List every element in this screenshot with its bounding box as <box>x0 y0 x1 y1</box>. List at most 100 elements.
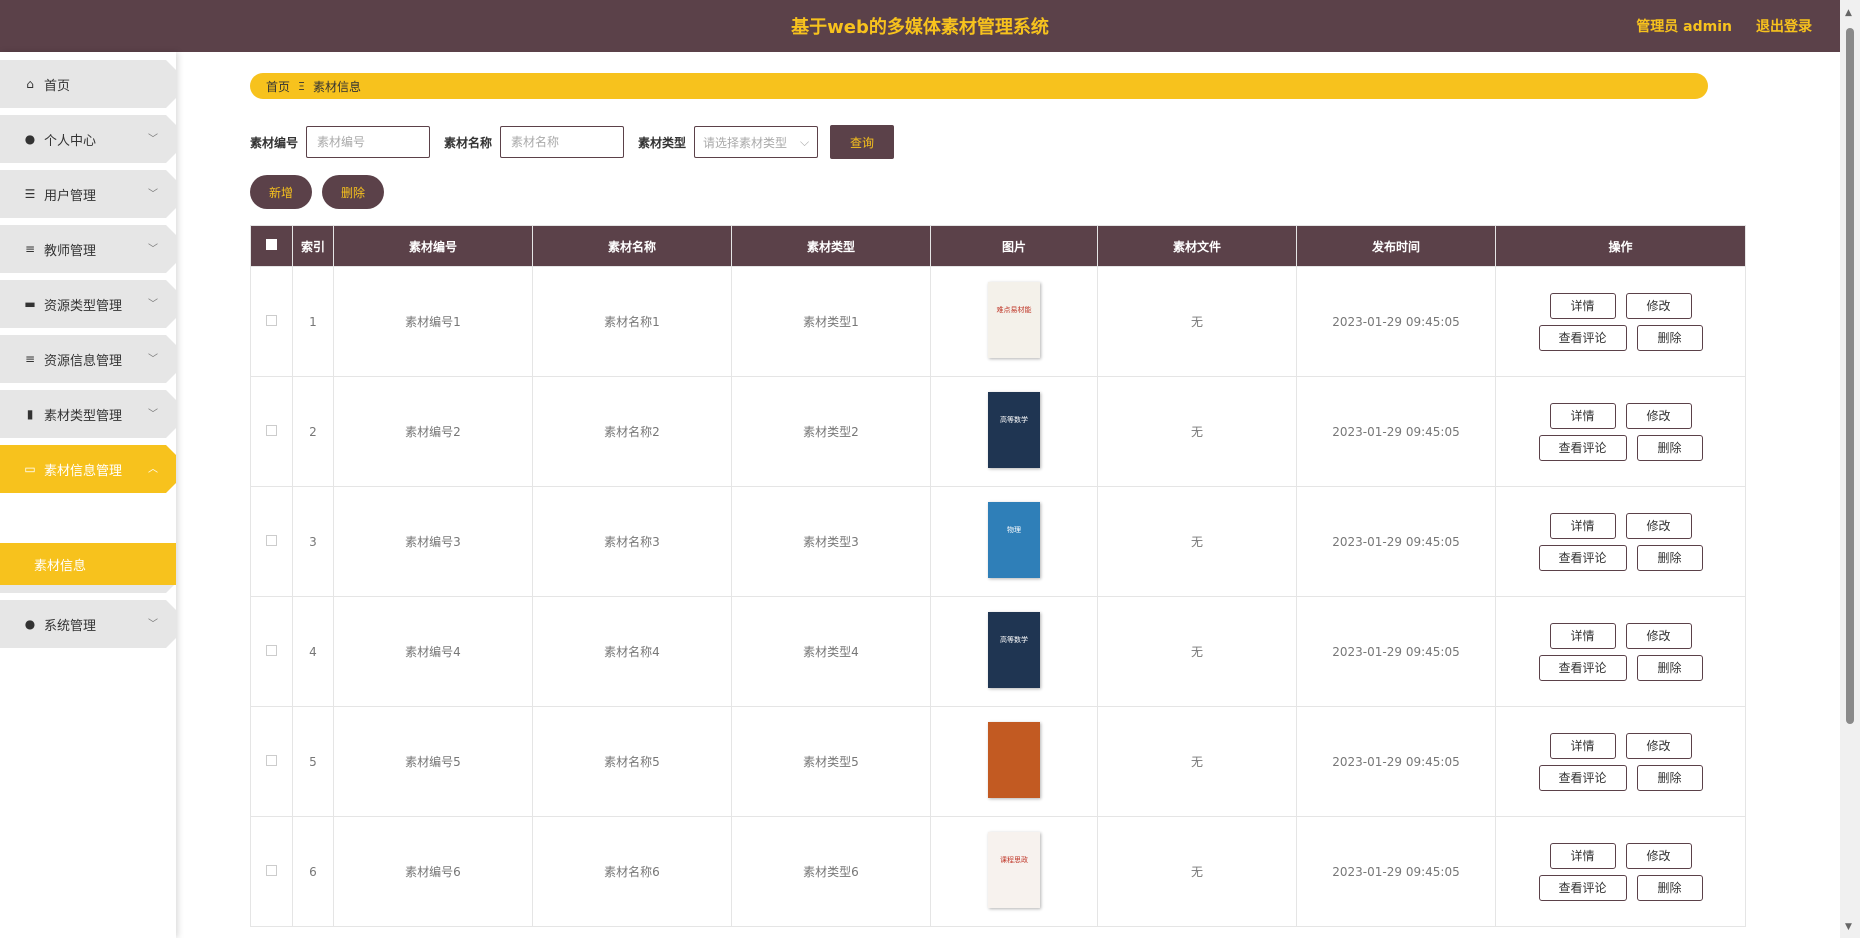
row-time: 2023-01-29 09:45:05 <box>1296 706 1496 817</box>
edit-button[interactable]: 修改 <box>1625 512 1692 539</box>
sidebar-item[interactable]: ☰ 用户管理 ﹀ <box>0 170 176 218</box>
row-select-cell[interactable] <box>250 816 293 927</box>
row-image-cell: 课程思政 <box>930 816 1098 927</box>
detail-button[interactable]: 详情 <box>1549 402 1616 429</box>
sidebar-item-label: 教师管理 <box>44 243 97 259</box>
select-all-cell[interactable] <box>250 225 293 267</box>
view-comments-button[interactable]: 查看评论 <box>1538 544 1627 571</box>
detail-button[interactable]: 详情 <box>1549 732 1616 759</box>
delete-row-button[interactable]: 删除 <box>1636 324 1703 351</box>
table-row: 4 素材编号4 素材名称4 素材类型4 高等数学 无 2023-01-29 09:45:05… <box>250 596 1746 707</box>
sidebar: ⌂ 首页 ● 个人中心 ﹀ ☰ 用户管理 ﹀ ≡ 教师管理 ﹀ ▬ 资源类型管理 ﹀ ≡ 资源信息管理 ﹀ ▮ 素材… <box>0 52 176 938</box>
view-comments-button[interactable]: 查看评论 <box>1538 874 1627 901</box>
row-time: 2023-01-29 09:45:05 <box>1296 596 1496 707</box>
row-index: 6 <box>292 816 334 927</box>
type-select-placeholder: 请选择素材类型 <box>703 135 788 150</box>
scrollbar-thumb[interactable] <box>1846 28 1854 724</box>
row-index: 2 <box>292 376 334 487</box>
sidebar-item-label: 首页 <box>44 78 71 94</box>
sidebar-item-label: 素材信息管理 <box>44 463 123 479</box>
row-select-cell[interactable] <box>250 376 293 487</box>
edit-button[interactable]: 修改 <box>1625 292 1692 319</box>
edit-button[interactable]: 修改 <box>1625 402 1692 429</box>
add-button[interactable]: 新增 <box>250 175 312 209</box>
logout-link[interactable]: 退出登录 <box>1756 16 1812 36</box>
chevron-down-icon: ﹀ <box>148 409 158 420</box>
row-code: 素材编号3 <box>333 486 533 597</box>
cover-image <box>988 722 1040 798</box>
row-file: 无 <box>1097 706 1297 817</box>
row-type: 素材类型1 <box>731 266 931 377</box>
row-checkbox[interactable] <box>266 644 277 656</box>
row-image-cell: 高等数学 <box>930 596 1098 707</box>
materials-table: 索引 素材编号 素材名称 素材类型 图片 素材文件 发布时间 操作 1 素材编号1… <box>250 225 1746 927</box>
sidebar-item[interactable]: ≡ 教师管理 ﹀ <box>0 225 176 273</box>
scroll-up-icon[interactable]: ▲ <box>1845 8 1852 18</box>
table-header-row: 索引 素材编号 素材名称 素材类型 图片 素材文件 发布时间 操作 <box>250 225 1746 267</box>
query-button[interactable]: 查询 <box>830 125 895 159</box>
row-select-cell[interactable] <box>250 596 293 707</box>
view-comments-button[interactable]: 查看评论 <box>1538 654 1627 681</box>
row-select-cell[interactable] <box>250 266 293 377</box>
edit-button[interactable]: 修改 <box>1625 842 1692 869</box>
sidebar-item[interactable]: ≡ 资源信息管理 ﹀ <box>0 335 176 383</box>
view-comments-button[interactable]: 查看评论 <box>1538 434 1627 461</box>
view-comments-button[interactable]: 查看评论 <box>1538 764 1627 791</box>
row-checkbox[interactable] <box>266 424 277 436</box>
detail-button[interactable]: 详情 <box>1549 512 1616 539</box>
row-name: 素材名称4 <box>532 596 732 707</box>
detail-button[interactable]: 详情 <box>1549 842 1616 869</box>
row-index: 4 <box>292 596 334 707</box>
row-actions: 详情 修改查看评论 删除 <box>1495 706 1746 817</box>
row-checkbox[interactable] <box>266 534 277 546</box>
delete-row-button[interactable]: 删除 <box>1636 874 1703 901</box>
breadcrumb-home[interactable]: 首页 <box>266 78 290 95</box>
cover-title: 难点易材能 <box>996 306 1032 314</box>
row-checkbox[interactable] <box>266 754 277 766</box>
select-all-checkbox[interactable] <box>266 239 277 250</box>
edit-button[interactable]: 修改 <box>1625 732 1692 759</box>
delete-row-button[interactable]: 删除 <box>1636 434 1703 461</box>
code-input[interactable] <box>306 126 431 158</box>
sidebar-item[interactable]: ● 个人中心 ﹀ <box>0 115 176 163</box>
sidebar-item[interactable]: ▮ 素材类型管理 ﹀ <box>0 390 176 438</box>
bar-chart-icon: ▮ <box>26 407 34 421</box>
type-label: 素材类型 <box>638 135 687 150</box>
row-actions: 详情 修改查看评论 删除 <box>1495 486 1746 597</box>
col-code: 素材编号 <box>333 225 533 267</box>
page-scrollbar[interactable]: ▲ ▼ <box>1840 0 1860 938</box>
scroll-down-icon[interactable]: ▼ <box>1845 922 1852 932</box>
row-checkbox[interactable] <box>266 314 277 326</box>
delete-row-button[interactable]: 删除 <box>1636 764 1703 791</box>
view-comments-button[interactable]: 查看评论 <box>1538 324 1627 351</box>
person-icon: ● <box>24 617 36 631</box>
sidebar-item[interactable]: ● 系统管理 ﹀ <box>0 600 176 648</box>
sidebar-item-label: 素材类型管理 <box>44 408 123 424</box>
sidebar-item[interactable]: ⌂ 首页 <box>0 60 176 108</box>
row-select-cell[interactable] <box>250 706 293 817</box>
cover-image: 高等数学 <box>988 392 1040 468</box>
edit-button[interactable]: 修改 <box>1625 622 1692 649</box>
row-time: 2023-01-29 09:45:05 <box>1296 816 1496 927</box>
row-name: 素材名称3 <box>532 486 732 597</box>
row-type: 素材类型5 <box>731 706 931 817</box>
name-label: 素材名称 <box>444 135 493 150</box>
type-select[interactable]: 请选择素材类型 ⌵ <box>694 126 819 158</box>
row-checkbox[interactable] <box>266 864 277 876</box>
row-select-cell[interactable] <box>250 486 293 597</box>
row-type: 素材类型2 <box>731 376 931 487</box>
action-buttons: 新增 删除 <box>250 175 384 209</box>
search-bar: 素材编号 素材名称 素材类型 请选择素材类型 ⌵ 查询 <box>250 125 895 159</box>
detail-button[interactable]: 详情 <box>1549 292 1616 319</box>
detail-button[interactable]: 详情 <box>1549 622 1616 649</box>
sidebar-item[interactable]: ▭ 素材信息管理 ︿ <box>0 445 176 493</box>
delete-selected-button[interactable]: 删除 <box>322 175 384 209</box>
sidebar-subitem-material-info[interactable]: 素材信息 <box>0 543 176 585</box>
home-icon: ⌂ <box>26 77 34 91</box>
sidebar-item[interactable]: ▬ 资源类型管理 ﹀ <box>0 280 176 328</box>
delete-row-button[interactable]: 删除 <box>1636 544 1703 571</box>
name-input[interactable] <box>500 126 625 158</box>
row-time: 2023-01-29 09:45:05 <box>1296 376 1496 487</box>
delete-row-button[interactable]: 删除 <box>1636 654 1703 681</box>
row-index: 1 <box>292 266 334 377</box>
